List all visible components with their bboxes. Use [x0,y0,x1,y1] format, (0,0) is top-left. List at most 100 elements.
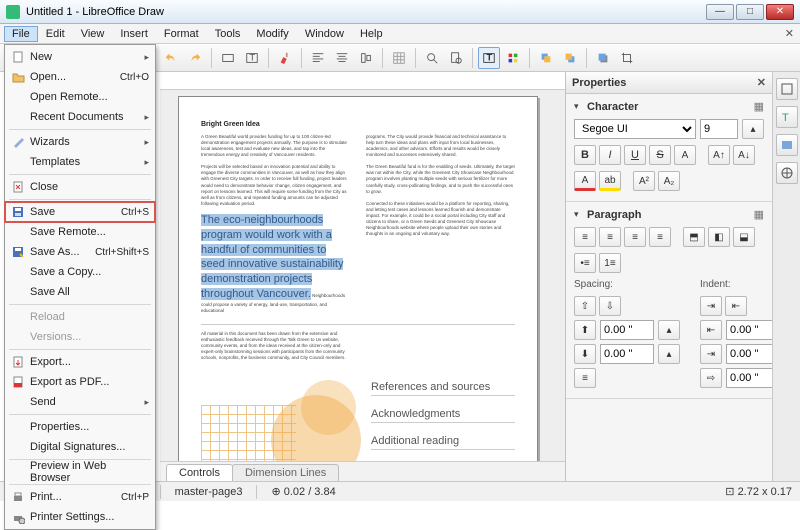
tab-controls[interactable]: Controls [166,464,233,481]
valign-top-icon[interactable]: ⬒ [683,227,705,247]
font-grow-icon[interactable]: A↑ [708,145,730,165]
zoom-icon[interactable] [421,47,443,69]
align-center-icon[interactable] [331,47,353,69]
brush-icon[interactable] [274,47,296,69]
chevron-down-icon[interactable]: ▾ [574,209,582,220]
spin-icon[interactable]: ▴ [658,344,680,364]
spacing-inc-icon[interactable]: ⇧ [574,296,596,316]
menuitem-printer-settings[interactable]: Printer Settings... [5,507,155,527]
sidebar-gallery-icon[interactable] [776,134,798,156]
menu-window[interactable]: Window [297,26,352,42]
menuitem-digital-signatures[interactable]: Digital Signatures... [5,437,155,457]
space-below-icon[interactable]: ⬇ [574,344,596,364]
close-window-button[interactable]: ✕ [766,4,794,20]
section-more-icon[interactable]: ▦ [754,100,764,113]
svg-text:T: T [486,52,492,63]
zoom-page-icon[interactable] [445,47,467,69]
undo-icon[interactable] [160,47,182,69]
menu-view[interactable]: View [73,26,113,42]
sidebar-properties-icon[interactable] [776,78,798,100]
italic-icon[interactable]: I [599,145,621,165]
maximize-button[interactable]: □ [736,4,764,20]
text-icon[interactable]: T [241,47,263,69]
shadow-text-icon[interactable]: A [674,145,696,165]
space-above-icon[interactable]: ⬆ [574,320,596,340]
shadow-icon[interactable] [592,47,614,69]
indent-dec-icon[interactable]: ⇤ [725,296,747,316]
menuitem-wizards[interactable]: Wizards▸ [5,132,155,152]
grid-icon[interactable] [388,47,410,69]
underline-icon[interactable]: U [624,145,646,165]
menuitem-save-remote[interactable]: Save Remote... [5,222,155,242]
menu-tools[interactable]: Tools [207,26,249,42]
menuitem-templates[interactable]: Templates▸ [5,152,155,172]
minimize-button[interactable]: ― [706,4,734,20]
tab-dimension-lines[interactable]: Dimension Lines [232,464,339,481]
font-shrink-icon[interactable]: A↓ [733,145,755,165]
menuitem-open[interactable]: Open...Ctrl+O [5,67,155,87]
menuitem-close[interactable]: Close [5,177,155,197]
menuitem-export-as-pdf[interactable]: Export as PDF... [5,372,155,392]
menuitem-open-remote[interactable]: Open Remote... [5,87,155,107]
menuitem-properties[interactable]: Properties... [5,417,155,437]
menuitem-new[interactable]: New▸ [5,47,155,67]
space-below-input[interactable] [600,344,654,364]
align-center-icon[interactable]: ≡ [599,227,621,247]
menuitem-save[interactable]: SaveCtrl+S [5,202,155,222]
menu-file[interactable]: File [4,26,38,42]
menuitem-send[interactable]: Send▸ [5,392,155,412]
menuitem-export[interactable]: Export... [5,352,155,372]
highlight-color-icon[interactable]: ab [599,171,621,191]
spacing-dec-icon[interactable]: ⇩ [599,296,621,316]
sidebar-styles-icon[interactable]: T [776,106,798,128]
color-picker-icon[interactable] [502,47,524,69]
space-above-input[interactable] [600,320,654,340]
chevron-down-icon[interactable]: ▾ [574,101,582,112]
font-name-select[interactable]: Segoe UI [574,119,696,139]
align-left-icon[interactable] [307,47,329,69]
doc-close-icon[interactable]: ✕ [785,27,794,40]
menu-insert[interactable]: Insert [112,26,156,42]
bold-icon[interactable]: B [574,145,596,165]
valign-bot-icon[interactable]: ⬓ [733,227,755,247]
menuitem-recent-documents[interactable]: Recent Documents▸ [5,107,155,127]
crop-icon[interactable] [616,47,638,69]
section-more-icon[interactable]: ▦ [754,208,764,221]
textbox-icon[interactable]: T [478,47,500,69]
align-justify-icon[interactable]: ≡ [649,227,671,247]
indent-first-icon[interactable]: ⇨ [700,368,722,388]
font-color-icon[interactable]: A [574,171,596,191]
menu-modify[interactable]: Modify [248,26,296,42]
rect-icon[interactable] [217,47,239,69]
properties-close-icon[interactable]: ✕ [757,76,766,89]
bullet-list-icon[interactable]: •≡ [574,253,596,273]
menuitem-preview-in-web-browser[interactable]: Preview in Web Browser [5,462,155,482]
menuitem-save-as[interactable]: Save As...Ctrl+Shift+S [5,242,155,262]
spin-icon[interactable]: ▴ [658,320,680,340]
align-left-icon[interactable]: ≡ [574,227,596,247]
align-middle-icon[interactable] [355,47,377,69]
super-icon[interactable]: A² [633,171,655,191]
redo-icon[interactable] [184,47,206,69]
document-page[interactable]: Bright Green Idea A Green Beautiful worl… [178,96,538,481]
indent-right-icon[interactable]: ⇥ [700,344,722,364]
indent-left-icon[interactable]: ⇤ [700,320,722,340]
align-right-icon[interactable]: ≡ [624,227,646,247]
arrange-front-icon[interactable] [535,47,557,69]
sub-icon[interactable]: A₂ [658,171,680,191]
font-size-input[interactable] [700,119,738,139]
menu-format[interactable]: Format [156,26,207,42]
menu-edit[interactable]: Edit [38,26,73,42]
menuitem-save-all[interactable]: Save All [5,282,155,302]
valign-mid-icon[interactable]: ◧ [708,227,730,247]
line-spacing-icon[interactable]: ≡ [574,368,596,388]
menuitem-save-a-copy[interactable]: Save a Copy... [5,262,155,282]
canvas-area[interactable]: Bright Green Idea A Green Beautiful worl… [160,90,565,481]
font-size-spinner[interactable]: ▴ [742,119,764,139]
sidebar-navigator-icon[interactable] [776,162,798,184]
menuitem-print[interactable]: Print...Ctrl+P [5,487,155,507]
menu-help[interactable]: Help [352,26,391,42]
arrange-back-icon[interactable] [559,47,581,69]
number-list-icon[interactable]: 1≡ [599,253,621,273]
indent-inc-icon[interactable]: ⇥ [700,296,722,316]
